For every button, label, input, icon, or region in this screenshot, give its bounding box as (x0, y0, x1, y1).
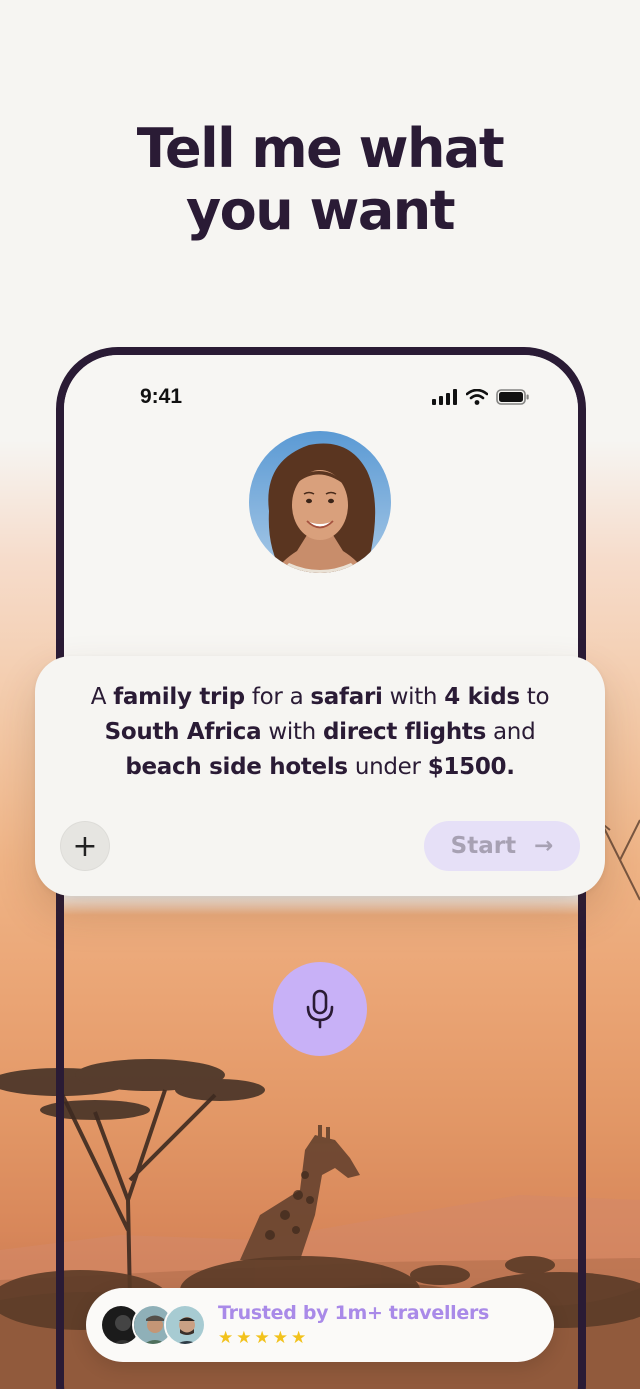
prompt-keyword: $1500. (427, 754, 515, 780)
prompt-text[interactable]: A family trip for a safari with 4 kids t… (65, 680, 575, 785)
wifi-icon (466, 389, 488, 405)
page-headline: Tell me what you want (0, 118, 640, 242)
prompt-keyword: family trip (113, 684, 245, 710)
plus-icon: + (72, 828, 98, 864)
microphone-button[interactable] (273, 962, 367, 1056)
prompt-fragment: for a (244, 684, 311, 710)
battery-icon (496, 389, 529, 405)
prompt-keyword: direct flights (322, 719, 486, 745)
add-attachment-button[interactable]: + (60, 821, 110, 871)
headline-line-2: you want (185, 179, 456, 242)
star-rating: ★★★★★ (218, 1328, 310, 1348)
start-button-label: Start (450, 833, 517, 859)
assistant-avatar (249, 431, 391, 573)
status-bar-time: 9:41 (140, 385, 183, 408)
trust-text: Trusted by 1m+ travellers (218, 1302, 490, 1324)
prompt-keyword: safari (310, 684, 383, 710)
prompt-fragment: under (347, 754, 428, 780)
prompt-keyword: 4 kids (444, 684, 520, 710)
prompt-keyword: beach side hotels (125, 754, 348, 780)
arrow-right-icon: → (534, 833, 554, 859)
headline-line-1: Tell me what (136, 117, 505, 180)
prompt-fragment: to (519, 684, 550, 710)
prompt-fragment: with (261, 719, 323, 745)
traveller-avatar (164, 1304, 206, 1346)
prompt-card[interactable]: A family trip for a safari with 4 kids t… (35, 656, 605, 896)
trust-badge: Trusted by 1m+ travellers ★★★★★ (86, 1288, 554, 1362)
cellular-signal-icon (432, 389, 457, 405)
prompt-fragment: and (485, 719, 536, 745)
prompt-fragment: A (90, 684, 114, 710)
traveller-avatars (100, 1304, 212, 1346)
status-bar-icons (432, 389, 530, 405)
start-button[interactable]: Start → (424, 821, 580, 871)
microphone-icon (306, 989, 334, 1029)
prompt-keyword: South Africa (104, 719, 262, 745)
prompt-fragment: with (382, 684, 445, 710)
